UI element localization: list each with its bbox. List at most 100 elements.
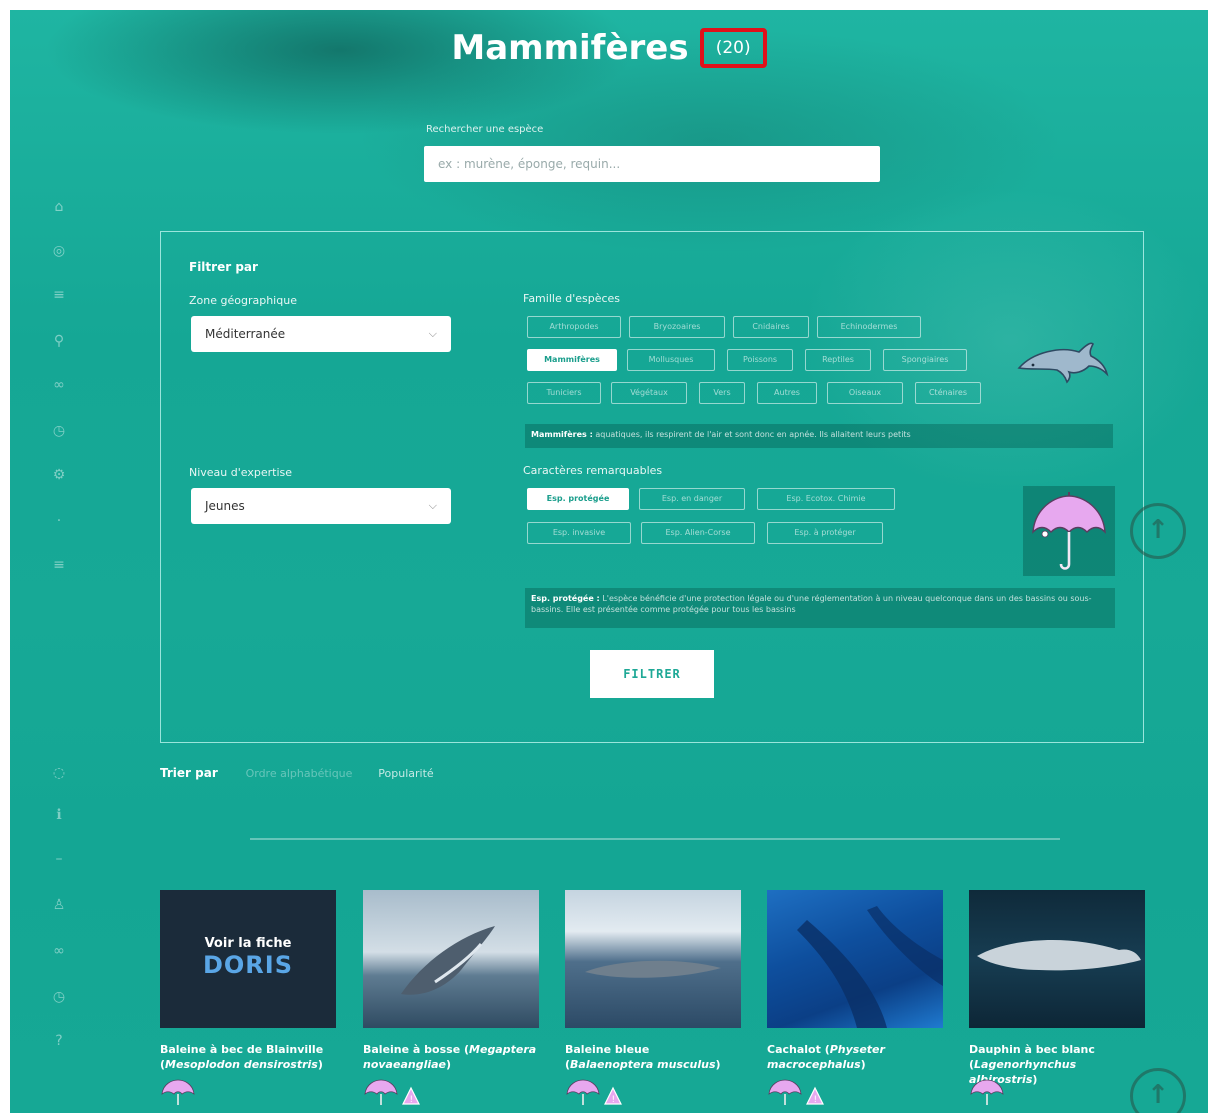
- dot-icon[interactable]: ·: [50, 512, 68, 530]
- card-badges: [160, 1078, 196, 1108]
- chip-vegetaux[interactable]: Végétaux: [611, 382, 687, 404]
- infinity-icon[interactable]: ∞: [50, 942, 68, 960]
- settings-icon[interactable]: ⚙: [50, 466, 68, 484]
- doris-logo: DORIS: [202, 951, 294, 979]
- level-select[interactable]: Jeunes ⌵: [191, 488, 451, 524]
- dash-icon[interactable]: –: [50, 850, 68, 868]
- user-icon[interactable]: ⚲: [50, 332, 68, 350]
- chip-autres[interactable]: Autres: [757, 382, 817, 404]
- umbrella-icon: [970, 1079, 1004, 1105]
- scroll-top-button[interactable]: ↑: [1130, 503, 1186, 559]
- card-thumbnail[interactable]: [565, 890, 741, 1028]
- card-thumbnail[interactable]: [767, 890, 943, 1028]
- chip-bryozoaires[interactable]: Bryozoaires: [629, 316, 725, 338]
- dolphin-icon: [1013, 316, 1113, 404]
- common-name: Baleine à bosse: [363, 1043, 461, 1056]
- chip-arthropodes[interactable]: Arthropodes: [527, 316, 621, 338]
- chip-esp-alien-corse[interactable]: Esp. Alien-Corse: [641, 522, 755, 544]
- chevron-down-icon: ⌵: [428, 499, 437, 512]
- family-label: Famille d'espèces: [523, 292, 621, 305]
- chevron-down-icon: ⌵: [428, 327, 437, 340]
- chip-ctenaires[interactable]: Cténaires: [915, 382, 981, 404]
- filter-heading: Filtrer par: [189, 260, 258, 274]
- chip-esp-en-danger[interactable]: Esp. en danger: [639, 488, 745, 510]
- species-card[interactable]: Dauphin à bec blanc (Lagenorhynchus albi…: [969, 890, 1145, 1105]
- page-title: Mammifères: [451, 28, 689, 68]
- chip-esp-ecotox[interactable]: Esp. Ecotox. Chimie: [757, 488, 895, 510]
- umbrella-icon: !: [768, 1079, 824, 1105]
- thumb-caption: Voir la fiche: [204, 936, 292, 951]
- sort-label: Trier par: [160, 766, 218, 780]
- zone-value: Méditerranée: [205, 327, 286, 341]
- page-header: Mammifères (20): [10, 28, 1208, 68]
- chip-reptiles[interactable]: Reptiles: [805, 349, 871, 371]
- zone-select[interactable]: Méditerranée ⌵: [191, 316, 451, 352]
- svg-text:!: !: [410, 1095, 414, 1105]
- chip-oiseaux[interactable]: Oiseaux: [827, 382, 903, 404]
- search-input[interactable]: [424, 146, 880, 182]
- card-thumbnail[interactable]: Voir la fiche DORIS: [160, 890, 336, 1028]
- chip-echinodermes[interactable]: Echinodermes: [817, 316, 921, 338]
- card-badges: !: [363, 1078, 425, 1108]
- play-icon[interactable]: ◎: [50, 242, 68, 260]
- card-title: Baleine à bec de Blainville (Mesoplodon …: [160, 1043, 324, 1071]
- card-badges: !: [767, 1078, 829, 1108]
- chip-spongiaires[interactable]: Spongiaires: [883, 349, 967, 371]
- family-description: Mammifères : aquatiques, ils respirent d…: [525, 424, 1113, 448]
- list-icon[interactable]: ≡: [50, 556, 68, 574]
- umbrella-icon: !: [566, 1079, 622, 1105]
- species-card[interactable]: Cachalot (Physeter macrocephalus) !: [767, 890, 943, 1105]
- chip-cnidaires[interactable]: Cnidaires: [733, 316, 809, 338]
- divider: [250, 838, 1060, 840]
- family-desc-text: aquatiques, ils respirent de l'air et so…: [595, 430, 911, 439]
- common-name: Dauphin à bec blanc: [969, 1043, 1095, 1056]
- zone-label: Zone géographique: [189, 294, 297, 307]
- card-title: Baleine à bosse (Megaptera novaeangliae): [363, 1043, 537, 1071]
- species-card[interactable]: Baleine à bosse (Megaptera novaeangliae)…: [363, 890, 539, 1105]
- person-icon[interactable]: ♙: [50, 896, 68, 914]
- svg-text:!: !: [612, 1095, 616, 1105]
- chip-esp-a-proteger[interactable]: Esp. à protéger: [767, 522, 883, 544]
- chip-poissons[interactable]: Poissons: [727, 349, 793, 371]
- search-label: Rechercher une espèce: [426, 124, 544, 135]
- card-thumbnail[interactable]: [969, 890, 1145, 1028]
- info-icon[interactable]: ℹ: [50, 806, 68, 824]
- help-icon[interactable]: ?: [50, 1032, 68, 1050]
- card-title: Cachalot (Physeter macrocephalus): [767, 1043, 885, 1071]
- link-icon[interactable]: ∞: [50, 376, 68, 394]
- sort-option-popularity[interactable]: Popularité: [378, 767, 433, 780]
- chip-mammiferes[interactable]: Mammifères: [527, 349, 617, 371]
- level-value: Jeunes: [205, 499, 245, 513]
- latin-name: Balaenoptera musculus: [570, 1058, 716, 1071]
- chip-esp-protegee[interactable]: Esp. protégée: [527, 488, 629, 510]
- chip-tuniciers[interactable]: Tuniciers: [527, 382, 601, 404]
- trait-desc-text: L'espèce bénéficie d'une protection léga…: [531, 594, 1092, 614]
- chip-mollusques[interactable]: Mollusques: [627, 349, 715, 371]
- svg-text:!: !: [814, 1095, 818, 1105]
- latin-name: Mesoplodon densirostris: [165, 1058, 318, 1071]
- clock-icon[interactable]: ◷: [50, 988, 68, 1006]
- traits-label: Caractères remarquables: [523, 464, 663, 477]
- history-icon[interactable]: ◷: [50, 422, 68, 440]
- menu-icon[interactable]: ≡: [50, 286, 68, 304]
- common-name: Baleine bleue: [565, 1043, 650, 1056]
- chip-vers[interactable]: Vers: [699, 382, 745, 404]
- umbrella-icon: [161, 1079, 195, 1105]
- chip-esp-invasive[interactable]: Esp. invasive: [527, 522, 631, 544]
- card-badges: !: [565, 1078, 627, 1108]
- home-icon[interactable]: ⌂: [50, 198, 68, 216]
- level-label: Niveau d'expertise: [189, 466, 293, 479]
- species-card[interactable]: Baleine bleue (Balaenoptera musculus) !: [565, 890, 741, 1105]
- card-badges: [969, 1078, 1005, 1108]
- filter-button[interactable]: FILTRER: [590, 650, 714, 698]
- card-thumbnail[interactable]: [363, 890, 539, 1028]
- species-card[interactable]: Voir la fiche DORIS Baleine à bec de Bla…: [160, 890, 336, 1105]
- umbrella-icon: [1023, 486, 1115, 576]
- result-count: (20): [699, 28, 767, 68]
- globe-icon[interactable]: ◌: [50, 764, 68, 782]
- trait-desc-title: Esp. protégée :: [531, 594, 600, 603]
- family-desc-title: Mammifères :: [531, 430, 593, 439]
- sort-option-alpha[interactable]: Ordre alphabétique: [246, 767, 353, 780]
- card-title: Baleine bleue (Balaenoptera musculus): [565, 1043, 721, 1071]
- common-name: Baleine à bec de Blainville: [160, 1043, 324, 1056]
